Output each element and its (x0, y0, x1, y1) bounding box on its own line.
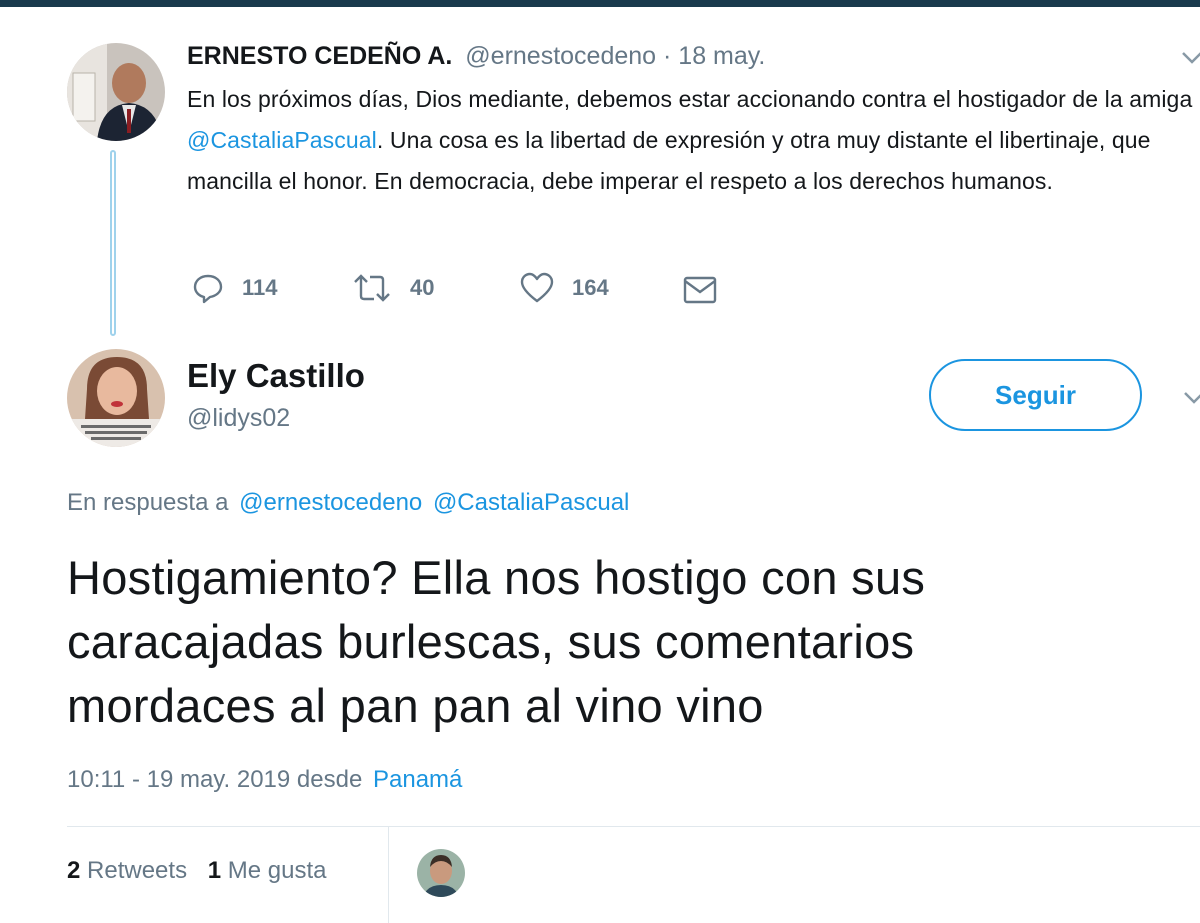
avatar-ernesto[interactable] (67, 43, 165, 141)
reply-mention-2[interactable]: @CastaliaPascual (433, 489, 629, 516)
like-label: Me gusta (227, 857, 327, 884)
chevron-down-icon[interactable] (1182, 390, 1200, 411)
tweet-stats: 2 Retweets 1 Me gusta (67, 857, 327, 885)
liker-avatar[interactable] (417, 849, 465, 897)
reply-context: En respuesta a @ernestocedeno @CastaliaP… (67, 489, 629, 517)
retweet-label: Retweets (87, 857, 188, 884)
reply-prefix: En respuesta a (67, 489, 229, 516)
tweet1-header: ERNESTO CEDEÑO A. @ernestocedeno · 18 ma… (187, 42, 765, 71)
location-link[interactable]: Panamá (373, 766, 462, 793)
mail-icon (683, 276, 717, 304)
like-count: 164 (572, 275, 609, 300)
author-name[interactable]: ERNESTO CEDEÑO A. (187, 42, 452, 70)
like-total: 1 (207, 857, 222, 884)
reply-count: 114 (242, 275, 278, 300)
direct-message-button[interactable] (683, 276, 717, 309)
retweet-count: 40 (410, 275, 435, 300)
retweet-icon (354, 274, 390, 302)
avatar-ely[interactable] (67, 349, 165, 447)
follow-button[interactable]: Seguir (929, 359, 1142, 431)
thread-connector (110, 150, 116, 336)
heart-icon (520, 272, 554, 303)
retweet-total: 2 (67, 857, 81, 884)
author-name[interactable]: Ely Castillo (187, 357, 365, 395)
retweet-action[interactable]: 40 (352, 272, 434, 304)
reply-mention-1[interactable]: @ernestocedeno (239, 489, 422, 516)
tweet2-body: Hostigamiento? Ella nos hostigo con sus … (67, 551, 926, 732)
tweet-date[interactable]: · 18 may. (663, 42, 765, 70)
reply-action[interactable]: 114 (192, 272, 278, 304)
author-handle[interactable]: @ernestocedeno (465, 42, 656, 70)
reply-icon (193, 274, 223, 304)
timestamp-text[interactable]: 10:11 - 19 may. 2019 desde (67, 766, 362, 793)
like-action[interactable]: 164 (520, 272, 609, 304)
divider (67, 826, 1200, 827)
retweets-stat[interactable]: 2 Retweets (67, 857, 194, 884)
chevron-down-icon[interactable] (1180, 50, 1200, 71)
top-bar (0, 0, 1200, 7)
author-handle[interactable]: @lidys02 (187, 404, 290, 433)
tweet1-body: En los próximos días, Dios mediante, deb… (187, 79, 1200, 202)
likes-stat[interactable]: 1 Me gusta (208, 857, 327, 884)
tweet-timestamp: 10:11 - 19 may. 2019 desde Panamá (67, 766, 462, 794)
divider (388, 826, 389, 923)
tweet1-text-a: En los próximos días, Dios mediante, deb… (187, 86, 1193, 112)
mention-link[interactable]: @CastaliaPascual (187, 127, 377, 153)
